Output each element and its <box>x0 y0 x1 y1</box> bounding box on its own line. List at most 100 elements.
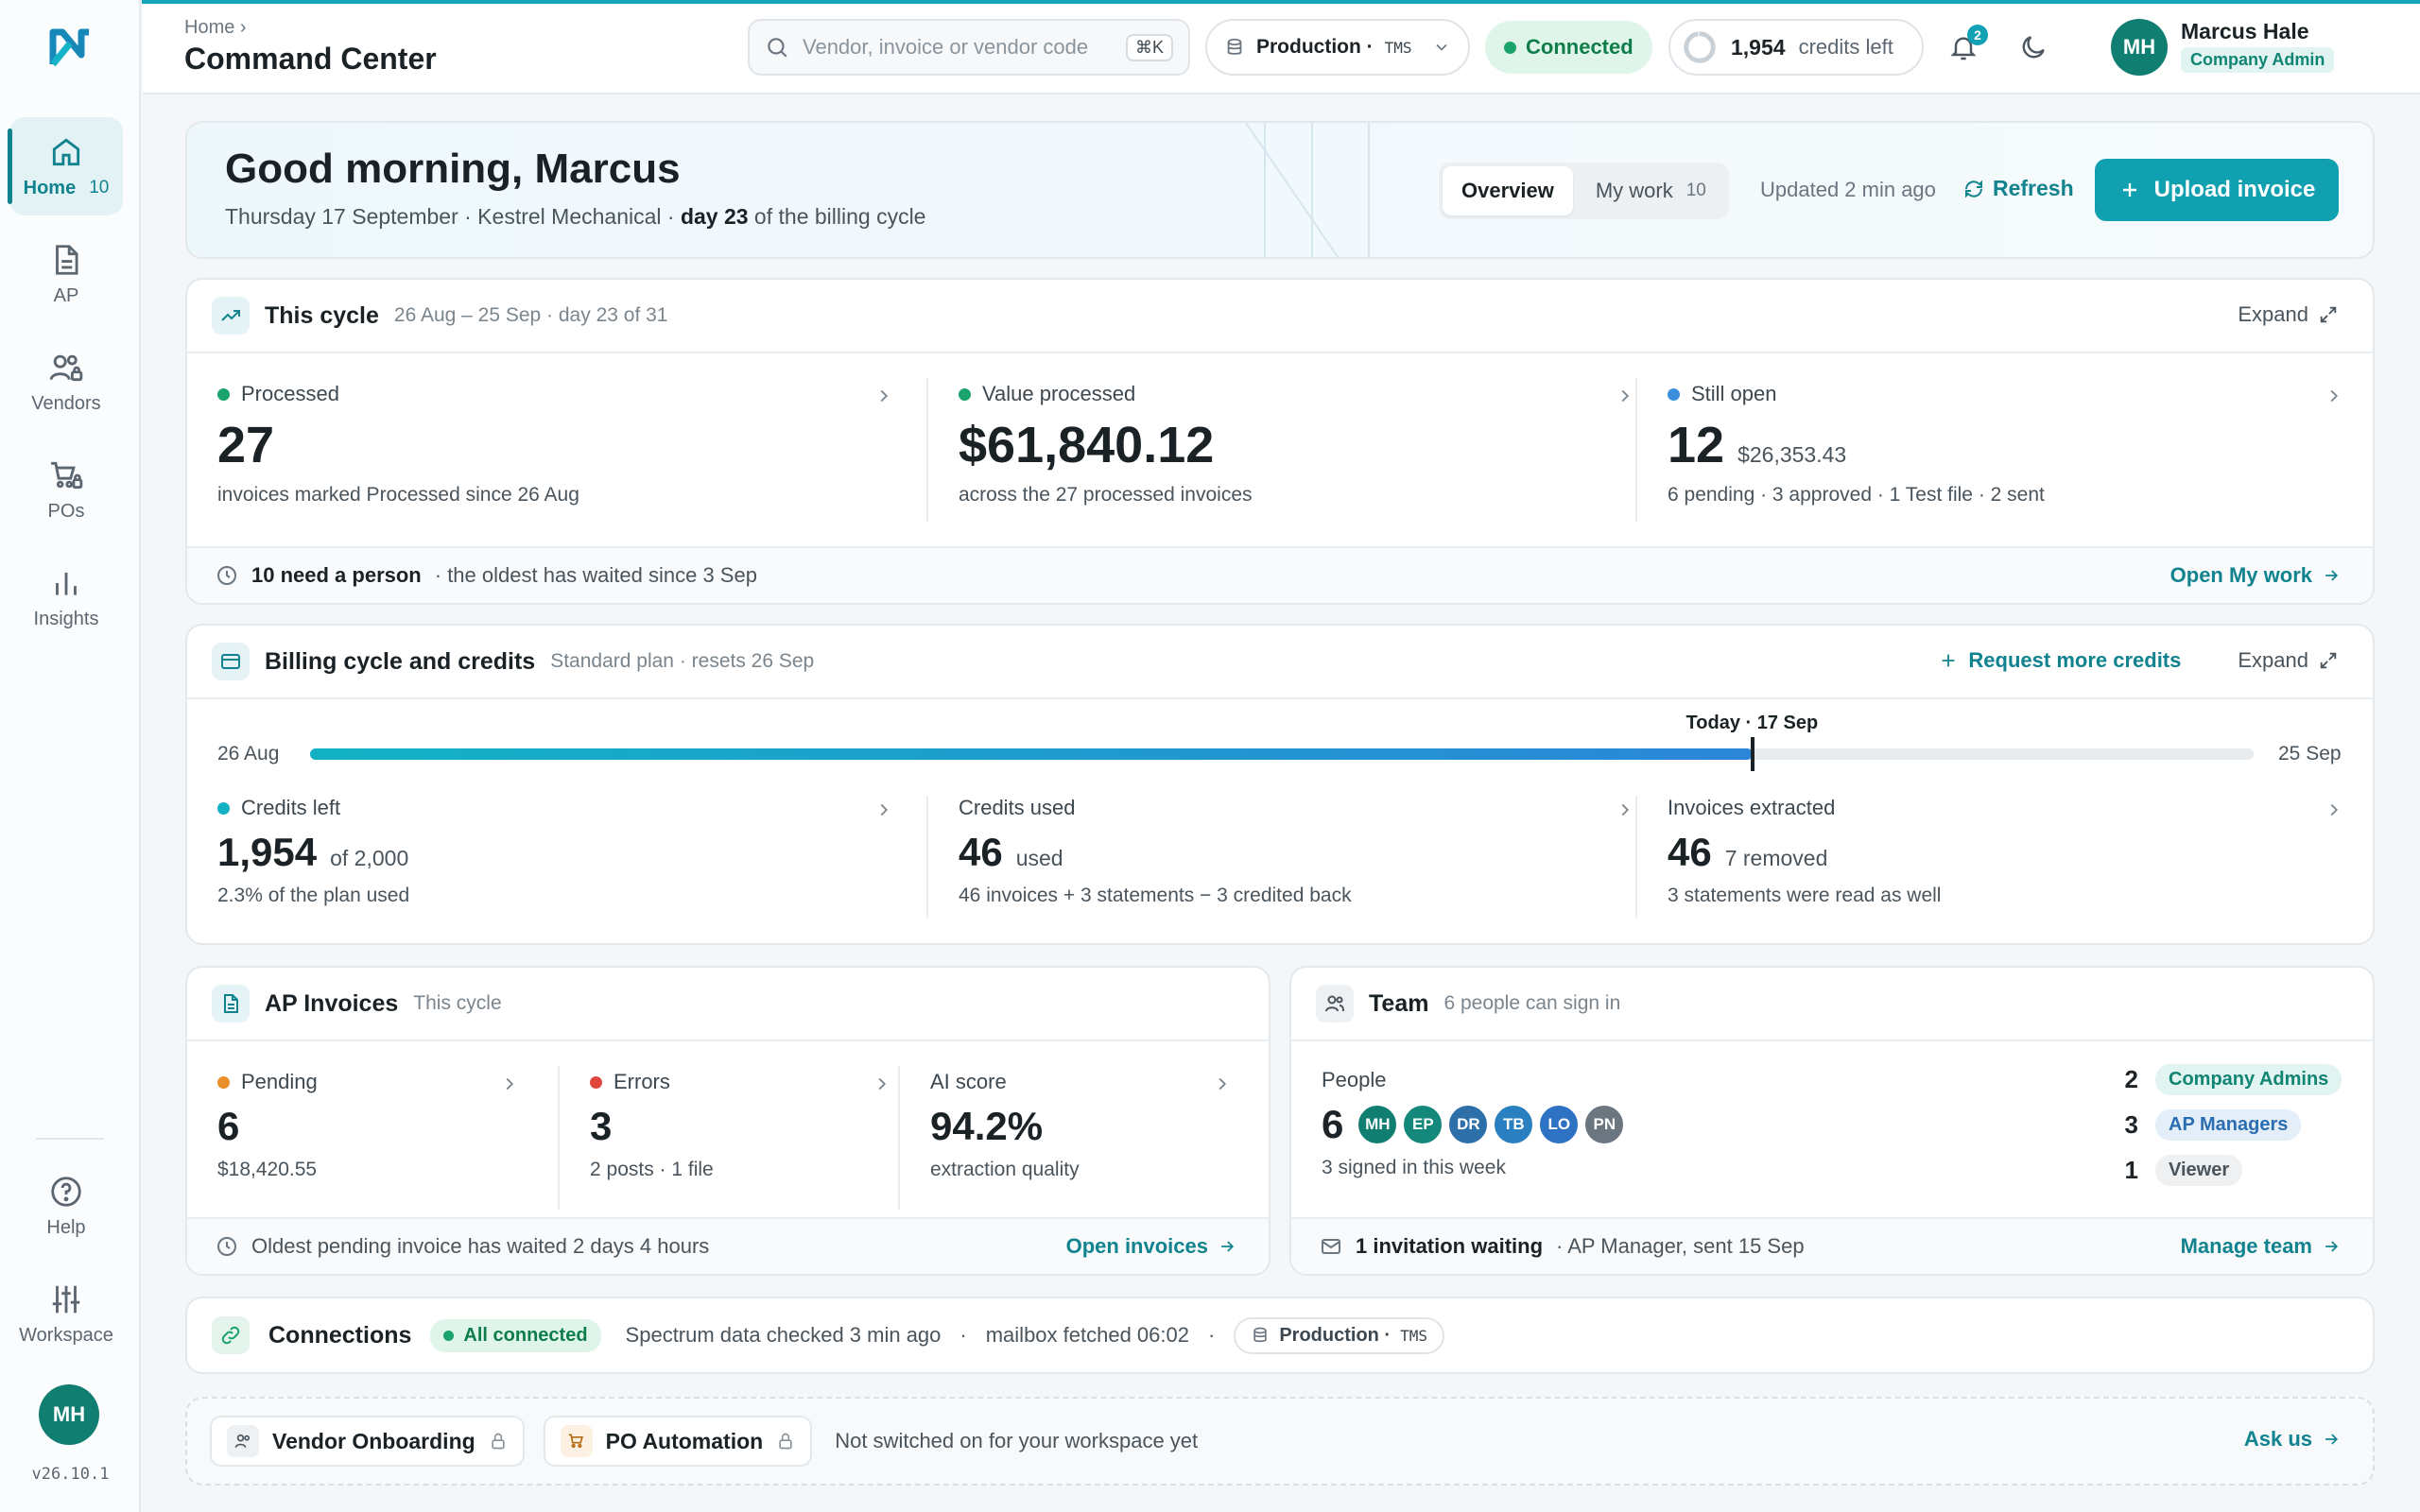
chevron-right-icon <box>880 803 889 816</box>
status-dot <box>217 1075 230 1089</box>
metric-label: AI score <box>930 1070 1007 1093</box>
card-footer: 10 need a person · the oldest has waited… <box>187 546 2373 603</box>
avatar[interactable]: MH <box>39 1384 99 1445</box>
page-title: Command Center <box>184 42 437 76</box>
top-header: Home › Command Center ⌘K Production · TM… <box>143 4 2420 94</box>
last-updated: Updated 2 min ago <box>1760 178 1936 201</box>
user-avatar[interactable]: MH <box>2111 19 2168 76</box>
sidebar-item-label: Vendors <box>31 392 101 414</box>
ask-us-link[interactable]: Ask us <box>2244 1427 2341 1452</box>
today-marker <box>1750 737 1754 771</box>
date-line-suffix: of the billing cycle <box>748 204 926 229</box>
role-badge: Viewer <box>2155 1155 2243 1186</box>
sidebar-item-pos[interactable]: POs <box>9 440 123 539</box>
tab-overview[interactable]: Overview <box>1443 166 1573 215</box>
sidebar-item-vendors[interactable]: Vendors <box>9 333 123 431</box>
tab-my-work[interactable]: My work 10 <box>1577 166 1725 215</box>
search-icon <box>768 38 787 58</box>
team-member-avatar[interactable]: TB <box>1493 1104 1535 1145</box>
refresh-button[interactable]: Refresh <box>1962 176 2074 201</box>
refresh-icon <box>1965 180 1982 198</box>
breadcrumb-home[interactable]: Home <box>184 17 234 38</box>
separator-dot: · <box>959 1323 967 1347</box>
bar-chart-icon <box>56 572 77 595</box>
cycle-start-label: 26 Aug <box>217 743 280 765</box>
team-member-avatar[interactable]: DR <box>1447 1104 1490 1145</box>
user-name[interactable]: Marcus Hale <box>2181 19 2309 44</box>
breadcrumb[interactable]: Home › <box>184 17 247 39</box>
sidebar-item-ap[interactable]: AP <box>9 225 123 323</box>
search-box[interactable]: ⌘K <box>748 19 1190 76</box>
metric-label: Errors <box>614 1070 670 1093</box>
sidebar-item-workspace[interactable]: Workspace <box>9 1264 123 1363</box>
role-ap-managers[interactable]: 3 AP Managers <box>2119 1109 2302 1141</box>
metric-label: Still open <box>1691 382 1777 405</box>
metric-processed[interactable]: Processed 27 invoices marked Processed s… <box>217 382 894 507</box>
team-card: Team 6 people can sign in People 6 MH EP D… <box>1289 966 2375 1276</box>
team-avatars: MH EP DR TB LO PN <box>1357 1104 1626 1145</box>
chevron-right-icon <box>1621 803 1630 816</box>
search-input[interactable] <box>803 35 1113 60</box>
users-lock-icon <box>49 354 83 381</box>
module-vendor-onboarding[interactable]: Vendor Onboarding <box>210 1416 525 1467</box>
metric-ai-score[interactable]: AI score 94.2% extraction quality <box>930 1070 1233 1181</box>
request-credits-button[interactable]: Request more credits <box>1938 648 2181 673</box>
metric-value-processed[interactable]: Value processed $61,840.12 across the 27… <box>959 382 1635 507</box>
expand-label: Expand <box>2238 302 2308 326</box>
people-summary[interactable]: People 6 MH EP DR TB LO PN 3 signed in this w… <box>1322 1068 1626 1179</box>
expand-button[interactable]: Expand <box>2238 648 2339 673</box>
team-member-avatar[interactable]: PN <box>1583 1104 1626 1145</box>
clock-icon <box>217 1237 236 1256</box>
team-member-avatar[interactable]: EP <box>1402 1104 1444 1145</box>
mailbox-status: mailbox fetched 06:02 <box>985 1323 1189 1347</box>
card-header: Team 6 people can sign in <box>1291 968 2373 1041</box>
env-label: Production · <box>1279 1324 1392 1346</box>
upload-invoice-button[interactable]: Upload invoice <box>2095 159 2339 221</box>
ap-invoices-card: AP Invoices This cycle Pending 6 $18,420… <box>185 966 1270 1276</box>
open-my-work-link[interactable]: Open My work <box>2170 563 2341 588</box>
sidebar-item-insights[interactable]: Insights <box>9 548 123 646</box>
notifications-button[interactable]: 2 <box>1948 25 1988 66</box>
app-logo[interactable] <box>47 23 95 70</box>
metric-credits-left[interactable]: Credits left 1,954 of 2,000 2.3% of the p… <box>217 796 894 907</box>
sidebar-item-home[interactable]: Home 10 <box>8 117 123 215</box>
credit-card-icon <box>212 643 250 680</box>
module-po-automation[interactable]: PO Automation <box>543 1416 813 1467</box>
card-title: Connections <box>268 1321 412 1349</box>
connection-status-badge: Connected <box>1485 21 1652 74</box>
metric-pending[interactable]: Pending 6 $18,420.55 <box>217 1070 520 1181</box>
divider <box>558 1066 560 1210</box>
tab-label: Overview <box>1461 179 1554 202</box>
theme-toggle-button[interactable] <box>2018 32 2052 66</box>
team-member-avatar[interactable]: MH <box>1357 1104 1399 1145</box>
document-icon <box>56 244 78 275</box>
expand-label: Expand <box>2238 648 2308 672</box>
metric-errors[interactable]: Errors 3 2 posts · 1 file <box>590 1070 892 1181</box>
role-company-admins[interactable]: 2 Company Admins <box>2119 1064 2342 1095</box>
metric-invoices-extracted[interactable]: Invoices extracted 46 7 removed 3 stateme… <box>1668 796 2344 907</box>
metric-still-open[interactable]: Still open 12 $26,353.43 6 pending · 3 ap… <box>1668 382 2344 507</box>
arrow-right-icon <box>1221 1241 1235 1252</box>
moon-icon <box>2022 36 2045 59</box>
metric-foot: 3 statements were read as well <box>1668 885 1942 906</box>
expand-button[interactable]: Expand <box>2238 302 2339 327</box>
spectrum-status: Spectrum data checked 3 min ago <box>625 1323 942 1347</box>
role-viewer[interactable]: 1 Viewer <box>2119 1155 2243 1186</box>
team-member-avatar[interactable]: LO <box>1538 1104 1581 1145</box>
sidebar-item-label: Home <box>23 177 77 198</box>
credits-indicator[interactable]: 1,954 credits left <box>1668 19 1924 76</box>
greeting-banner: Good morning, Marcus Thursday 17 Septemb… <box>185 121 2375 259</box>
sidebar-item-help[interactable]: Help <box>9 1157 123 1255</box>
connections-card[interactable]: Connections All connected Spectrum data … <box>185 1297 2375 1374</box>
environment-selector[interactable]: Production · TMS <box>1205 19 1470 76</box>
manage-team-link[interactable]: Manage team <box>2181 1234 2341 1259</box>
sliders-icon <box>52 1285 80 1313</box>
metric-credits-used[interactable]: Credits used 46 used 46 invoices + 3 stat… <box>959 796 1635 907</box>
sidebar-item-count: 10 <box>89 178 110 198</box>
metric-foot: invoices marked Processed since 26 Aug <box>217 484 579 506</box>
card-subtitle: 26 Aug – 25 Sep · day 23 of 31 <box>393 304 668 326</box>
open-invoices-link[interactable]: Open invoices <box>1066 1234 1236 1259</box>
cycle-end-label: 25 Sep <box>2278 743 2342 765</box>
metric-extra: used <box>1015 846 1063 870</box>
home-icon <box>52 138 80 165</box>
